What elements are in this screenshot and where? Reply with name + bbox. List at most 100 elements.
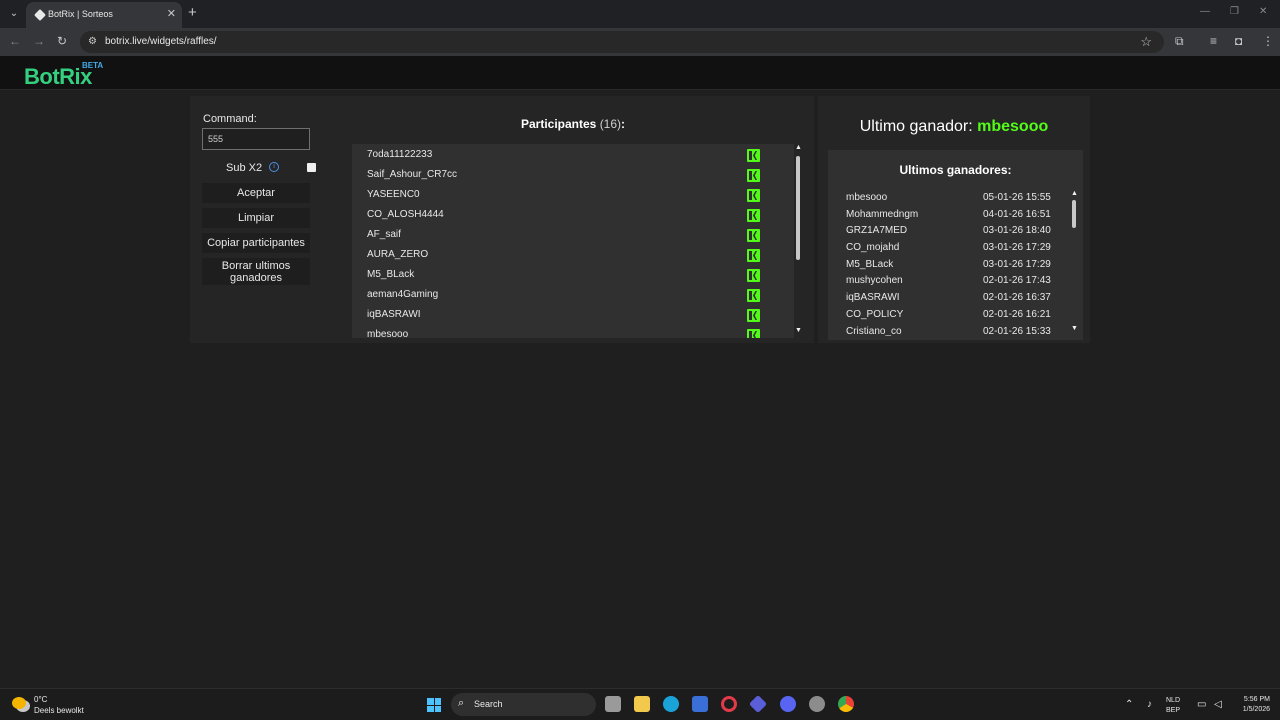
winner-name: Mohammedngm xyxy=(846,208,919,220)
winner-date: 04-01-26 16:51 xyxy=(983,208,1051,220)
close-icon[interactable]: ✕ xyxy=(167,7,176,20)
bookmark-star-icon[interactable]: ☆ xyxy=(1140,34,1152,50)
winner-name: GRZ1A7MED xyxy=(846,225,908,237)
chevron-up-icon[interactable]: ⌃ xyxy=(1125,699,1133,710)
participant-row: CO_ALOSH4444 xyxy=(352,205,794,225)
window-close-icon[interactable]: ✕ xyxy=(1259,6,1267,17)
participant-name: M5_BLack xyxy=(367,269,415,280)
kick-icon xyxy=(747,169,760,182)
discord-icon[interactable] xyxy=(780,696,796,712)
sub-x2-label: Sub X2 xyxy=(226,162,263,174)
participant-row: aeman4Gaming xyxy=(352,285,794,305)
winner-row: mushycohen 02-01-26 17:43 xyxy=(828,273,1073,290)
browser-toolbar: ← → ↻ ⚙ botrix.live/widgets/raffles/ ☆ ⧉… xyxy=(0,28,1280,56)
weather-description[interactable]: Deels bewolkt xyxy=(34,706,84,715)
tab-title: BotRix | Sorteos xyxy=(48,9,113,19)
winner-name: Cristiano_co xyxy=(846,325,902,337)
site-info-icon[interactable]: ⚙ xyxy=(88,36,97,47)
delete-winners-line-2: ganadores xyxy=(230,272,282,284)
copy-participants-button[interactable]: Copiar participantes xyxy=(202,233,310,253)
winners-title: Ultimos ganadores: xyxy=(899,163,1012,177)
kick-icon xyxy=(747,149,760,162)
participant-name: AURA_ZERO xyxy=(367,249,429,260)
kick-icon xyxy=(747,269,760,282)
winner-name: mbesooo xyxy=(846,192,888,203)
app-icon[interactable] xyxy=(748,694,768,714)
scroll-thumb[interactable] xyxy=(1072,200,1076,228)
participants-scrollbar[interactable]: ▲ ▼ xyxy=(794,144,802,338)
weather-icon[interactable] xyxy=(12,697,26,709)
kick-icon xyxy=(747,289,760,302)
forward-icon[interactable]: → xyxy=(33,34,45,48)
date: 1/5/2026 xyxy=(1242,706,1270,713)
weather-temp[interactable]: 0°C xyxy=(34,695,47,704)
task-view-icon[interactable] xyxy=(605,696,621,712)
winner-date: 03-01-26 17:29 xyxy=(983,258,1051,270)
app-icon[interactable] xyxy=(809,696,825,712)
participant-name: YASEENC0 xyxy=(367,189,420,200)
participants-list[interactable]: 7oda11122233 Saif_Ashour_CR7cc YASEENC0 … xyxy=(352,144,794,338)
maximize-icon[interactable]: ❐ xyxy=(1230,6,1239,17)
reload-icon[interactable]: ↻ xyxy=(57,34,67,48)
file-explorer-icon[interactable] xyxy=(634,696,650,712)
participant-row: mbesooo xyxy=(352,325,794,338)
new-tab-icon[interactable]: + xyxy=(188,4,197,21)
chrome-icon[interactable] xyxy=(838,696,854,712)
scroll-down-icon[interactable]: ▼ xyxy=(1071,325,1078,332)
winners-list[interactable]: mbesooo 05-01-26 15:55 Mohammedngm 04-01-2… xyxy=(828,190,1073,336)
clock[interactable]: 5:56 PM 1/5/2026 xyxy=(1230,695,1270,715)
participant-row: M5_BLack xyxy=(352,265,794,285)
winner-row: Cristiano_co 02-01-26 15:33 xyxy=(828,324,1073,337)
sub-x2-checkbox[interactable] xyxy=(307,163,316,172)
participant-row: YASEENC0 xyxy=(352,185,794,205)
participants-count: (16) xyxy=(599,117,622,131)
raffle-panel: Command: 555 Sub X2 i Aceptar Limpiar Co… xyxy=(190,96,814,343)
browser-tab[interactable]: BotRix | Sorteos ✕ xyxy=(26,2,182,28)
favicon-icon xyxy=(34,9,46,21)
participant-row: AF_saif xyxy=(352,225,794,245)
scroll-down-icon[interactable]: ▼ xyxy=(795,327,802,334)
delete-winners-button[interactable]: Borrar ultimos ganadores xyxy=(202,258,310,285)
extensions-icon[interactable]: ⧉ xyxy=(1175,34,1184,49)
winner-date: 05-01-26 15:55 xyxy=(983,192,1051,203)
participants-title-colon: : xyxy=(621,117,626,131)
last-winner-label: Ultimo ganador: xyxy=(859,118,978,135)
beta-badge: BETA xyxy=(82,61,104,70)
network-icon[interactable]: ▭ xyxy=(1197,699,1206,710)
last-winner-name: mbesooo xyxy=(977,118,1049,135)
winner-row: CO_mojahd 03-01-26 17:29 xyxy=(828,240,1073,257)
winner-name: M5_BLack xyxy=(846,258,894,270)
participant-row: iqBASRAWI xyxy=(352,305,794,325)
clear-button[interactable]: Limpiar xyxy=(202,208,310,228)
winner-row: M5_BLack 03-01-26 17:29 xyxy=(828,257,1073,274)
command-value: 555 xyxy=(208,134,224,144)
edge-icon[interactable] xyxy=(663,696,679,712)
media-icon[interactable]: ≡ xyxy=(1210,34,1217,48)
winner-row: CO_POLICY 02-01-26 16:21 xyxy=(828,307,1073,324)
url-text[interactable]: botrix.live/widgets/raffles/ xyxy=(105,36,217,47)
menu-icon[interactable]: ⋮ xyxy=(1262,34,1274,48)
minimize-icon[interactable]: — xyxy=(1200,6,1210,17)
scroll-up-icon[interactable]: ▲ xyxy=(795,144,802,151)
info-icon[interactable]: i xyxy=(269,162,279,172)
scroll-up-icon[interactable]: ▲ xyxy=(1071,190,1078,197)
participant-row: Saif_Ashour_CR7cc xyxy=(352,165,794,185)
winners-scrollbar[interactable]: ▲ ▼ xyxy=(1070,190,1078,336)
scroll-thumb[interactable] xyxy=(796,156,800,260)
volume-icon[interactable]: ◁ xyxy=(1214,699,1222,710)
store-icon[interactable] xyxy=(692,696,708,712)
command-input[interactable]: 555 xyxy=(202,128,310,150)
back-icon[interactable]: ← xyxy=(9,34,21,48)
profile-icon[interactable]: ◘ xyxy=(1235,34,1242,48)
participant-name: 7oda11122233 xyxy=(367,149,433,160)
browser-tab-strip: ⌄ BotRix | Sorteos ✕ + — ❐ ✕ xyxy=(0,0,1280,28)
microphone-icon[interactable]: ♪ xyxy=(1147,699,1152,710)
accept-button[interactable]: Aceptar xyxy=(202,183,310,203)
address-bar[interactable]: ⚙ botrix.live/widgets/raffles/ ☆ xyxy=(80,31,1164,53)
opera-icon[interactable] xyxy=(721,696,737,712)
taskbar-search[interactable]: ⌕ Search xyxy=(451,693,596,716)
tab-search-icon[interactable]: ⌄ xyxy=(6,6,22,22)
start-button[interactable] xyxy=(427,698,441,712)
language-indicator[interactable]: NLD BEP xyxy=(1166,696,1180,716)
winner-date: 02-01-26 16:37 xyxy=(983,292,1051,304)
